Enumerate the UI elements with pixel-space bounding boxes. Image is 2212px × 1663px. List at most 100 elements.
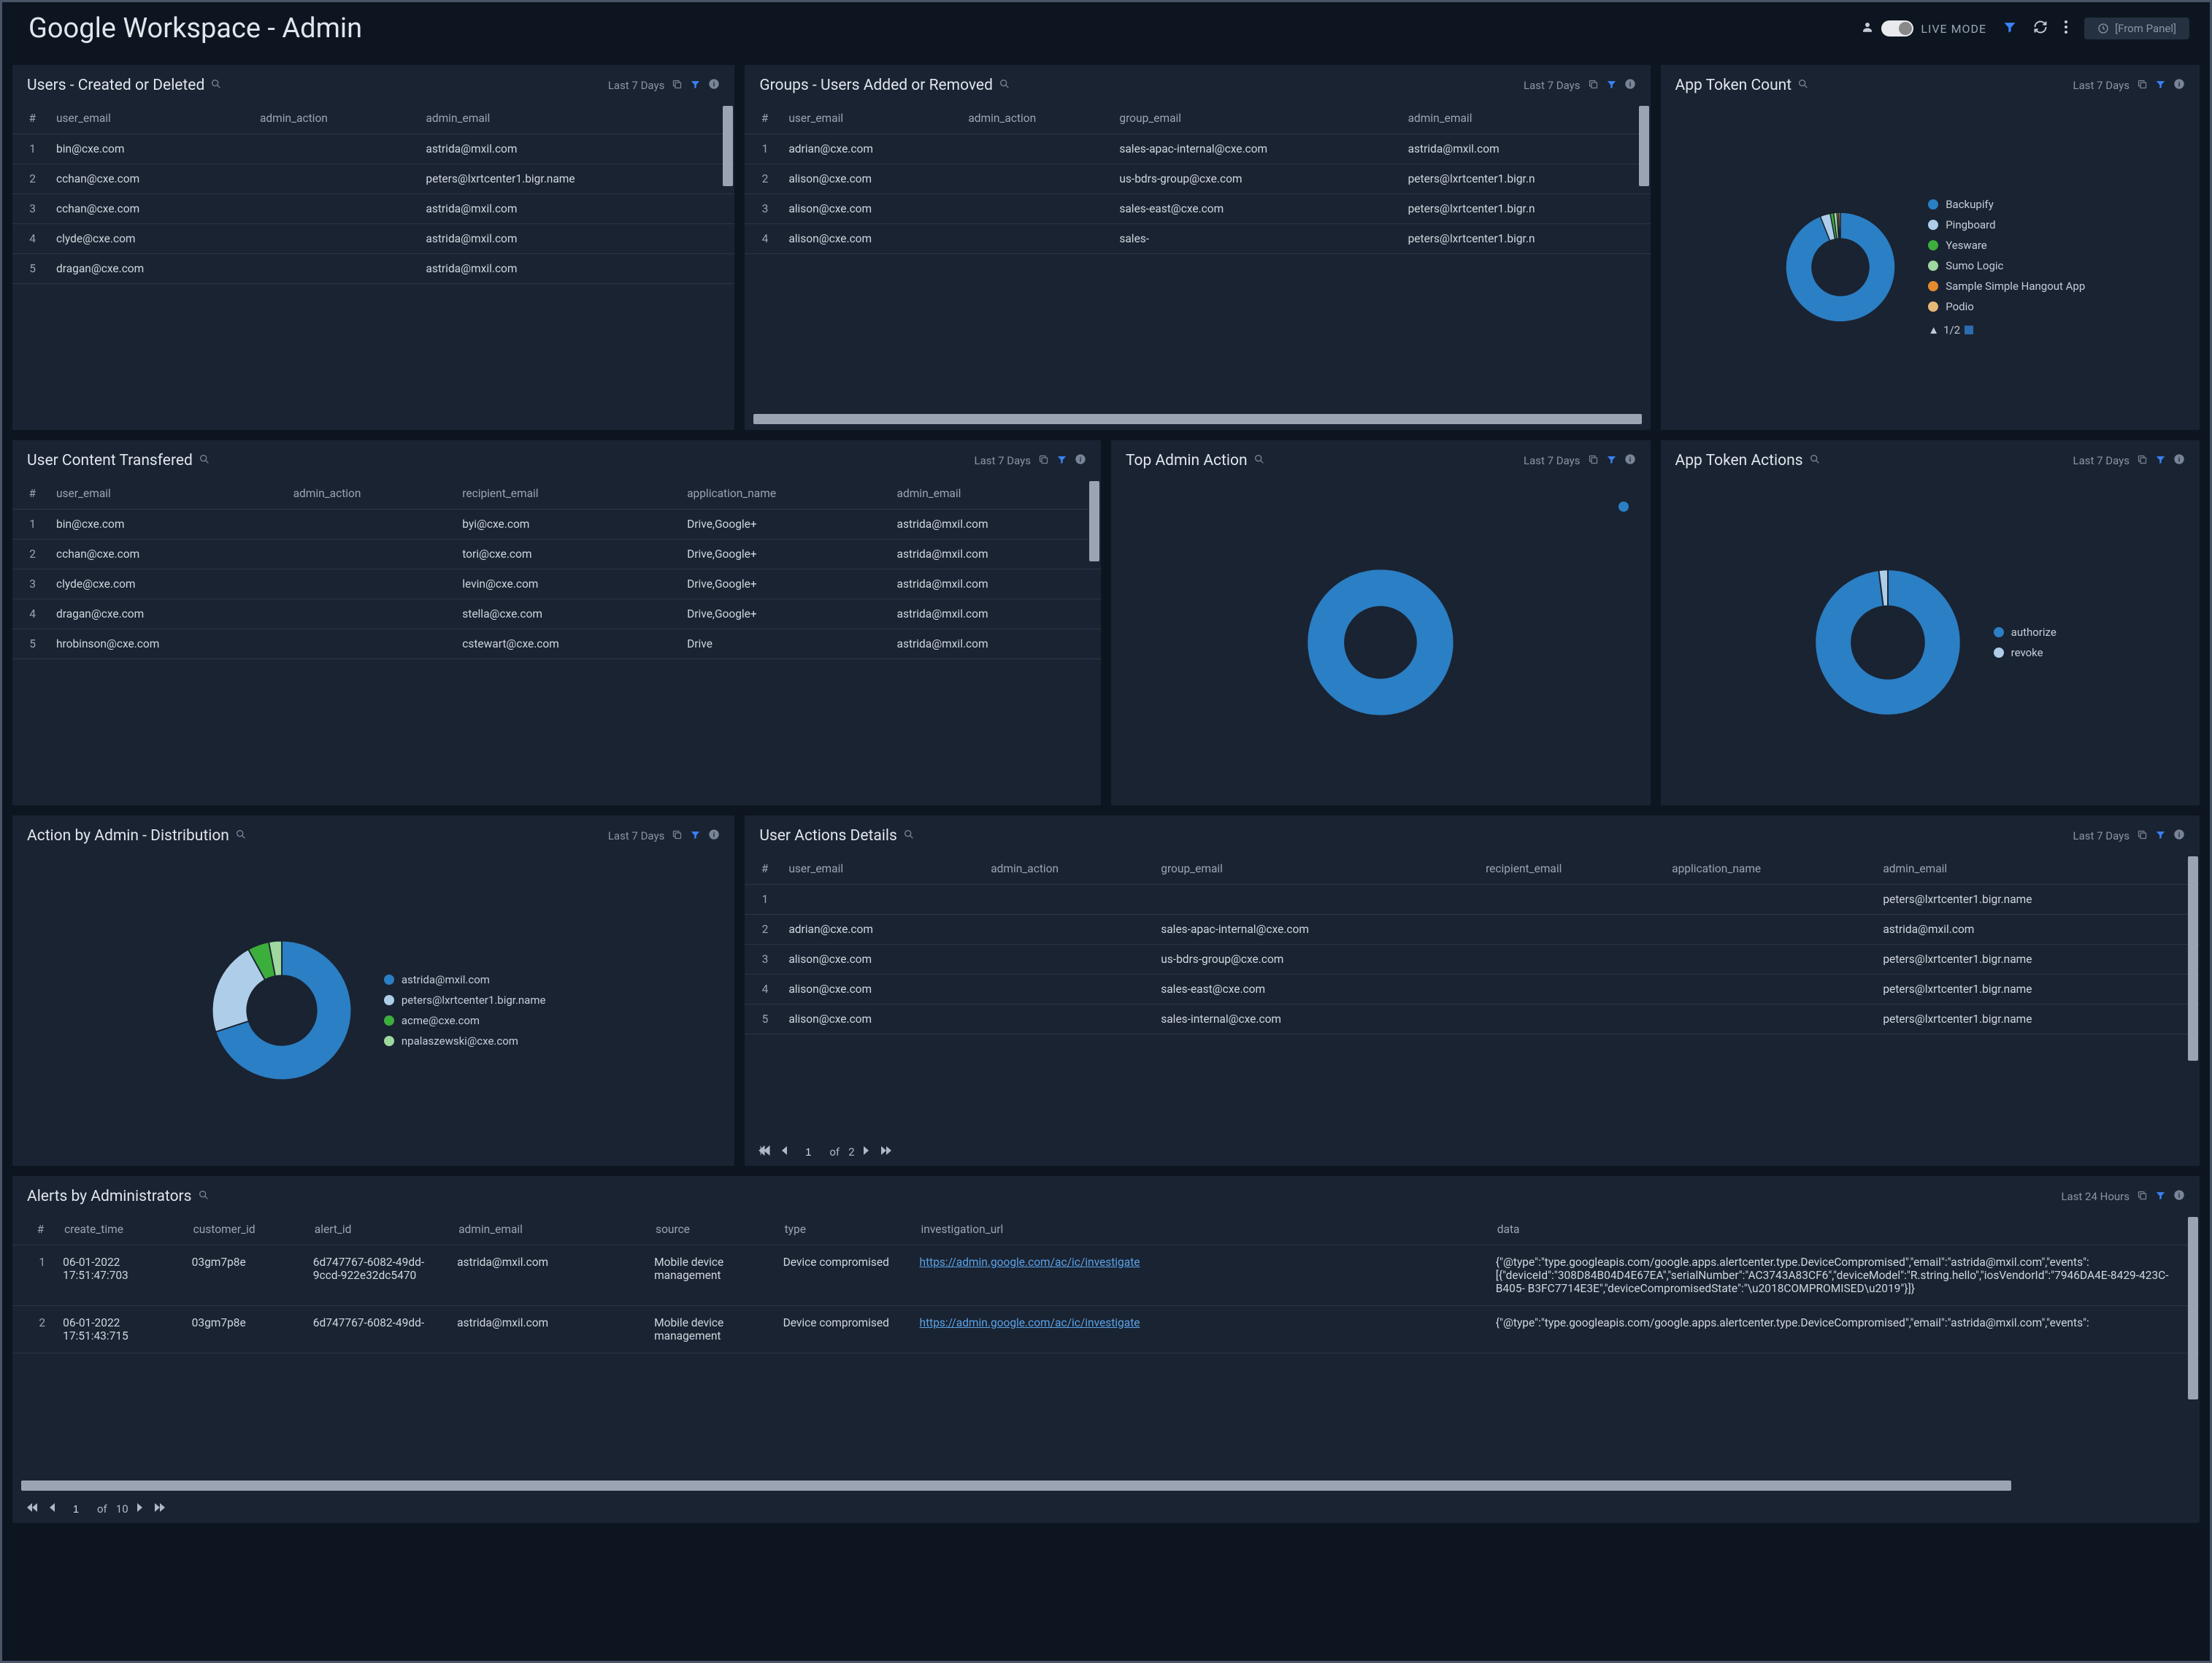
col-header[interactable]: admin_email [415, 104, 734, 134]
copy-icon[interactable] [1038, 454, 1049, 468]
magnify-icon[interactable] [999, 77, 1010, 94]
col-header[interactable]: application_name [677, 480, 886, 510]
table-row[interactable]: 4clyde@cxe.comastrida@mxil.com [12, 224, 734, 254]
page-input[interactable] [64, 1503, 88, 1516]
col-header[interactable]: customer_id [183, 1215, 304, 1245]
time-range-button[interactable]: [From Panel] [2084, 18, 2189, 39]
col-header[interactable]: application_name [1662, 855, 1873, 885]
donut-chart[interactable] [201, 930, 362, 1091]
col-header[interactable]: admin_email [1873, 855, 2200, 885]
prev-page-icon[interactable] [780, 1145, 787, 1159]
first-page-icon[interactable] [27, 1502, 39, 1516]
col-header[interactable]: admin_action [958, 104, 1109, 134]
legend-item[interactable]: authorize [1994, 626, 2057, 639]
table-row[interactable]: 3clyde@cxe.comlevin@cxe.comDrive,Google+… [12, 569, 1101, 599]
legend-item[interactable]: peters@lxrtcenter1.bigr.name [384, 994, 546, 1007]
table-row[interactable]: 2alison@cxe.comus-bdrs-group@cxe.compete… [745, 164, 1650, 194]
table-row[interactable]: 1bin@cxe.comastrida@mxil.com [12, 134, 734, 164]
col-header[interactable]: # [12, 104, 46, 134]
filter-icon[interactable] [1056, 454, 1067, 468]
investigation-link[interactable]: https://admin.google.com/ac/ic/investiga… [920, 1256, 1140, 1269]
magnify-icon[interactable] [198, 1188, 210, 1205]
legend-item[interactable]: Backupify [1928, 198, 2085, 211]
filter-icon[interactable] [2155, 829, 2166, 843]
magnify-icon[interactable] [1809, 452, 1821, 469]
donut-chart[interactable] [1804, 558, 1972, 726]
col-header[interactable]: group_email [1109, 104, 1397, 134]
col-header[interactable]: admin_action [980, 855, 1151, 885]
last-page-icon[interactable] [153, 1502, 165, 1516]
copy-icon[interactable] [672, 829, 683, 843]
copy-icon[interactable] [1588, 454, 1599, 468]
col-header[interactable]: group_email [1151, 855, 1475, 885]
col-header[interactable]: source [645, 1215, 775, 1245]
legend-item[interactable]: Yesware [1928, 239, 2085, 252]
scrollbar-vertical[interactable] [1639, 106, 1649, 186]
col-header[interactable]: admin_action [283, 480, 453, 510]
table-row[interactable]: 4dragan@cxe.comstella@cxe.comDrive,Googl… [12, 599, 1101, 629]
legend-item[interactable]: Pingboard [1928, 218, 2085, 231]
last-page-icon[interactable] [880, 1145, 891, 1159]
investigation-link[interactable]: https://admin.google.com/ac/ic/investiga… [920, 1316, 1140, 1329]
copy-icon[interactable] [2137, 1190, 2148, 1204]
refresh-icon[interactable] [2033, 20, 2048, 37]
col-header[interactable]: user_email [46, 104, 250, 134]
donut-chart[interactable] [1775, 201, 1906, 333]
col-header[interactable]: investigation_url [911, 1215, 1487, 1245]
col-header[interactable]: admin_action [250, 104, 415, 134]
info-icon[interactable]: i [2173, 1189, 2185, 1204]
col-header[interactable]: alert_id [304, 1215, 448, 1245]
filter-icon[interactable] [690, 829, 701, 843]
scrollbar-vertical[interactable] [2188, 1217, 2198, 1399]
live-mode-toggle[interactable] [1881, 20, 1913, 37]
page-input[interactable] [796, 1146, 821, 1159]
col-header[interactable]: type [775, 1215, 911, 1245]
info-icon[interactable]: i [2173, 829, 2185, 843]
scrollbar-horizontal[interactable] [753, 414, 1641, 424]
info-icon[interactable]: i [1624, 453, 1636, 468]
table-row[interactable]: 5hrobinson@cxe.comcstewart@cxe.comDrivea… [12, 629, 1101, 659]
table-row[interactable]: 5dragan@cxe.comastrida@mxil.com [12, 254, 734, 284]
col-header[interactable]: # [12, 1215, 54, 1245]
prev-page-icon[interactable] [47, 1502, 55, 1516]
table-row[interactable]: 206-01-2022 17:51:43:71503gm7p8e6d747767… [12, 1306, 2200, 1353]
col-header[interactable]: recipient_email [1475, 855, 1662, 885]
filter-icon[interactable] [2155, 1190, 2166, 1204]
legend-item[interactable]: npalaszewski@cxe.com [384, 1034, 546, 1048]
col-header[interactable]: admin_email [887, 480, 1101, 510]
filter-icon[interactable] [690, 79, 701, 93]
table-row[interactable]: 3alison@cxe.comsales-east@cxe.competers@… [745, 194, 1650, 224]
col-header[interactable]: # [12, 480, 46, 510]
info-icon[interactable]: i [708, 78, 720, 93]
copy-icon[interactable] [2137, 79, 2148, 93]
copy-icon[interactable] [2137, 454, 2148, 468]
col-header[interactable]: data [1487, 1215, 2200, 1245]
info-icon[interactable]: i [2173, 78, 2185, 93]
legend-pager[interactable]: ▲1/2 [1928, 323, 2085, 337]
filter-icon[interactable] [2155, 454, 2166, 468]
table-row[interactable]: 106-01-2022 17:51:47:70303gm7p8e6d747767… [12, 1245, 2200, 1306]
col-header[interactable]: recipient_email [452, 480, 677, 510]
table-row[interactable]: 2cchan@cxe.competers@lxrtcenter1.bigr.na… [12, 164, 734, 194]
info-icon[interactable]: i [1624, 78, 1636, 93]
filter-icon[interactable] [2155, 79, 2166, 93]
filter-icon[interactable] [2002, 20, 2017, 37]
magnify-icon[interactable] [1797, 77, 1809, 94]
info-icon[interactable]: i [2173, 453, 2185, 468]
legend-item[interactable]: Podio [1928, 300, 2085, 313]
filter-icon[interactable] [1606, 79, 1617, 93]
magnify-icon[interactable] [235, 827, 247, 845]
first-page-icon[interactable] [759, 1145, 771, 1159]
legend-item[interactable]: Sample Simple Hangout App [1928, 280, 2085, 293]
table-row[interactable]: 3cchan@cxe.comastrida@mxil.com [12, 194, 734, 224]
col-header[interactable]: admin_email [1398, 104, 1651, 134]
scrollbar-vertical[interactable] [1089, 481, 1099, 561]
info-icon[interactable]: i [1075, 453, 1086, 468]
table-row[interactable]: 1peters@lxrtcenter1.bigr.name [745, 885, 2200, 915]
col-header[interactable]: create_time [54, 1215, 183, 1245]
legend-item[interactable]: astrida@mxil.com [384, 973, 546, 986]
scrollbar-horizontal[interactable] [21, 1480, 2011, 1491]
table-row[interactable]: 2cchan@cxe.comtori@cxe.comDrive,Google+a… [12, 539, 1101, 569]
next-page-icon[interactable] [864, 1145, 871, 1159]
table-row[interactable]: 1adrian@cxe.comsales-apac-internal@cxe.c… [745, 134, 1650, 164]
